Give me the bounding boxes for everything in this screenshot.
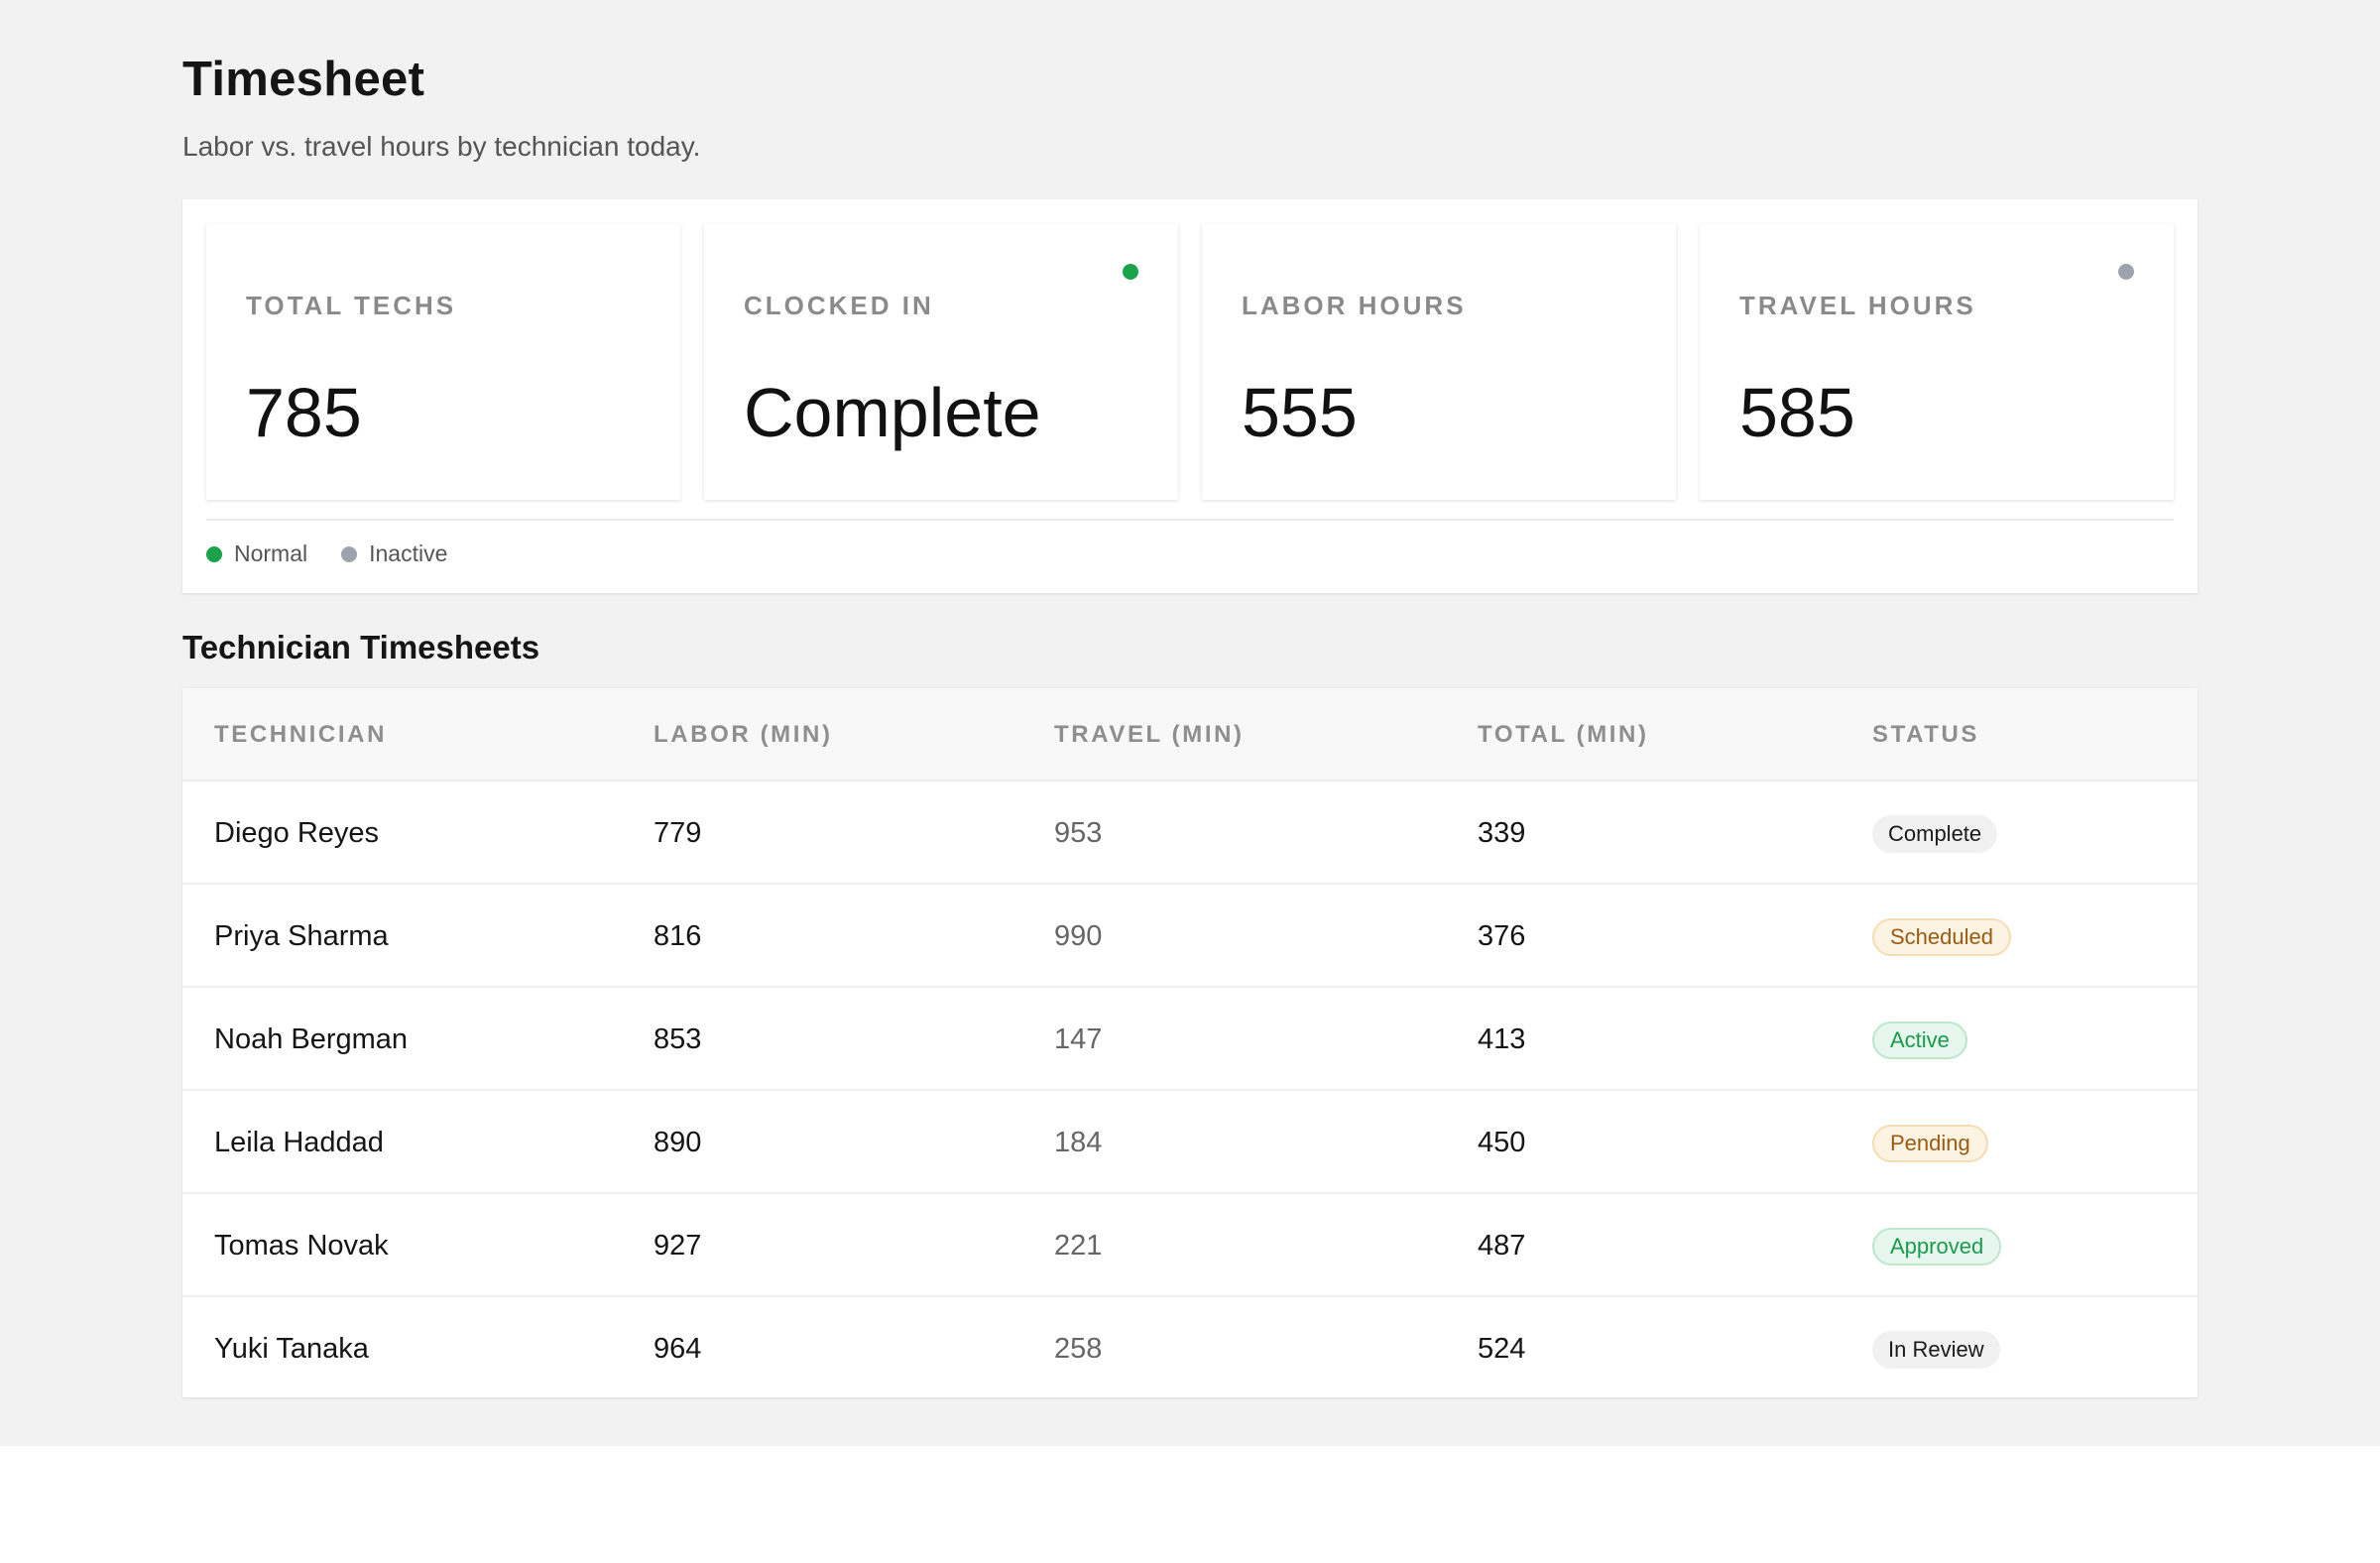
stat-card-travel-hours: TRAVEL HOURS 585 [1700,224,2174,500]
total-minutes: 487 [1478,1230,1526,1262]
stat-label: TOTAL TECHS [246,291,457,320]
stat-value: Complete [744,374,1041,451]
total-minutes: 376 [1478,920,1526,952]
page-subtitle: Labor vs. travel hours by technician tod… [182,131,701,162]
stats-panel: TOTAL TECHS 785 CLOCKED IN Complete LABO… [182,199,2198,593]
status-legend: Normal Inactive [206,541,481,567]
section-title: Technician Timesheets [182,629,540,665]
table-row[interactable]: Diego Reyes 779 953 339 Complete [182,780,2198,885]
table-row[interactable]: Noah Bergman 853 147 413 Active [182,986,2198,1091]
status-badge: Active [1872,1022,1967,1059]
travel-minutes: 258 [1054,1333,1103,1365]
status-badge: Pending [1872,1125,1988,1162]
legend-dot-icon [206,545,222,562]
legend-divider [206,519,2174,521]
labor-minutes: 927 [654,1230,702,1262]
page-title: Timesheet [182,53,425,106]
total-minutes: 339 [1478,817,1526,849]
status-badge: Scheduled [1872,918,2011,956]
labor-minutes: 779 [654,817,702,849]
total-minutes: 450 [1478,1127,1526,1158]
stat-value: 785 [246,374,362,451]
stat-label: TRAVEL HOURS [1739,291,1976,320]
technician-name: Diego Reyes [214,817,380,849]
status-badge: Approved [1872,1228,2002,1265]
legend-dot-icon [341,545,358,562]
column-header-labor[interactable]: LABOR (MIN) [654,721,833,749]
stat-label: CLOCKED IN [744,291,934,320]
legend-item-inactive: Inactive [341,541,447,567]
stat-value: 555 [1242,374,1358,451]
table-row[interactable]: Yuki Tanaka 964 258 524 In Review [182,1295,2198,1400]
labor-minutes: 816 [654,920,702,952]
status-badge: In Review [1872,1331,2000,1369]
technician-name: Priya Sharma [214,920,389,952]
legend-item-normal: Normal [206,541,307,567]
total-minutes: 413 [1478,1023,1526,1055]
timesheet-table: TECHNICIAN LABOR (MIN) TRAVEL (MIN) TOTA… [182,688,2198,1397]
travel-minutes: 221 [1054,1230,1103,1262]
column-header-technician[interactable]: TECHNICIAN [214,721,387,749]
column-header-total[interactable]: TOTAL (MIN) [1478,721,1649,749]
technician-name: Noah Bergman [214,1023,409,1055]
technician-name: Tomas Novak [214,1230,389,1262]
technician-name: Yuki Tanaka [214,1333,369,1365]
stat-card-clocked-in: CLOCKED IN Complete [704,224,1178,500]
labor-minutes: 964 [654,1333,702,1365]
column-header-status[interactable]: STATUS [1872,721,1979,749]
table-row[interactable]: Priya Sharma 816 990 376 Scheduled [182,883,2198,988]
labor-minutes: 890 [654,1127,702,1158]
travel-minutes: 184 [1054,1127,1103,1158]
stat-card-labor-hours: LABOR HOURS 555 [1202,224,1676,500]
status-badge: Complete [1872,815,1998,853]
technician-name: Leila Haddad [214,1127,384,1158]
travel-minutes: 990 [1054,920,1103,952]
table-header: TECHNICIAN LABOR (MIN) TRAVEL (MIN) TOTA… [182,688,2198,780]
stat-label: LABOR HOURS [1242,291,1467,320]
travel-minutes: 147 [1054,1023,1103,1055]
stat-card-total-techs: TOTAL TECHS 785 [206,224,680,500]
travel-minutes: 953 [1054,817,1103,849]
status-dot-icon [1123,264,1138,280]
labor-minutes: 853 [654,1023,702,1055]
stat-value: 585 [1739,374,1855,451]
legend-label: Inactive [369,541,448,566]
column-header-travel[interactable]: TRAVEL (MIN) [1054,721,1245,749]
table-row[interactable]: Leila Haddad 890 184 450 Pending [182,1089,2198,1194]
total-minutes: 524 [1478,1333,1526,1365]
table-row[interactable]: Tomas Novak 927 221 487 Approved [182,1192,2198,1297]
legend-label: Normal [234,541,308,566]
status-dot-icon [2118,264,2134,280]
